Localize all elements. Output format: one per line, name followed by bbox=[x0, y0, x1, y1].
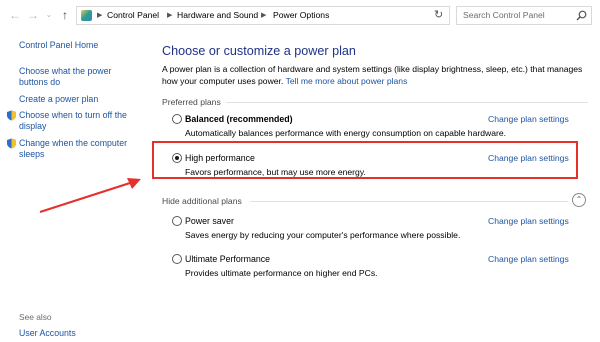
plan-desc-power-saver: Saves energy by reducing your computer's… bbox=[185, 230, 461, 240]
shield-icon bbox=[7, 110, 16, 121]
learn-more-link[interactable]: Tell me more about power plans bbox=[286, 76, 408, 86]
breadcrumb-control-panel[interactable]: Control Panel bbox=[107, 7, 159, 24]
power-saver-radio[interactable] bbox=[172, 216, 182, 226]
chevron-up-icon[interactable]: ⌃ bbox=[572, 193, 586, 207]
divider bbox=[250, 201, 568, 202]
change-plan-settings-balanced[interactable]: Change plan settings bbox=[488, 114, 569, 124]
chevron-right-icon: ▶ bbox=[261, 12, 267, 19]
address-box[interactable]: ▶ Control Panel ▶ Hardware and Sound ▶ P… bbox=[76, 6, 450, 25]
search-placeholder: Search Control Panel bbox=[463, 10, 545, 20]
search-input[interactable]: Search Control Panel bbox=[456, 6, 592, 25]
sidebar-item-turn-off-display[interactable]: Choose when to turn off the display bbox=[19, 110, 141, 132]
balanced-radio[interactable] bbox=[172, 114, 182, 124]
forward-arrow-icon[interactable]: → bbox=[26, 7, 40, 23]
breadcrumb-hardware-and-sound[interactable]: Hardware and Sound bbox=[177, 7, 258, 24]
ultimate-performance-radio[interactable] bbox=[172, 254, 182, 264]
change-plan-settings-power-saver[interactable]: Change plan settings bbox=[488, 216, 569, 226]
address-bar-row: ← → ⌄ ↑ ▶ Control Panel ▶ Hardware and S… bbox=[0, 0, 600, 32]
plan-name-power-saver[interactable]: Power saver bbox=[185, 216, 234, 226]
plan-name-balanced[interactable]: Balanced (recommended) bbox=[185, 114, 293, 124]
preferred-plans-label: Preferred plans bbox=[162, 97, 221, 107]
sidebar: Control Panel Home Choose what the power… bbox=[0, 32, 150, 342]
plan-desc-ultimate-performance: Provides ultimate performance on higher … bbox=[185, 268, 378, 278]
divider bbox=[226, 102, 588, 103]
refresh-icon[interactable]: ↻ bbox=[434, 7, 446, 23]
sidebar-item-power-buttons[interactable]: Choose what the power buttons do bbox=[19, 66, 141, 88]
sidebar-item-user-accounts[interactable]: User Accounts bbox=[19, 328, 76, 338]
page-description: A power plan is a collection of hardware… bbox=[162, 64, 590, 87]
breadcrumb-power-options[interactable]: Power Options bbox=[273, 7, 329, 24]
search-icon bbox=[576, 10, 587, 21]
up-arrow-icon[interactable]: ↑ bbox=[58, 7, 72, 23]
recent-chevron-icon[interactable]: ⌄ bbox=[42, 7, 56, 23]
control-panel-icon bbox=[81, 10, 92, 21]
shield-icon bbox=[7, 138, 16, 149]
highlight-box bbox=[152, 141, 578, 179]
chevron-right-icon: ▶ bbox=[97, 12, 103, 19]
back-arrow-icon[interactable]: ← bbox=[8, 7, 22, 23]
chevron-right-icon: ▶ bbox=[167, 12, 173, 19]
sidebar-item-control-panel-home[interactable]: Control Panel Home bbox=[19, 40, 141, 51]
plan-desc-balanced: Automatically balances performance with … bbox=[185, 128, 507, 138]
sidebar-item-create-power-plan[interactable]: Create a power plan bbox=[19, 94, 141, 105]
see-also-label: See also bbox=[19, 312, 52, 322]
change-plan-settings-ultimate-performance[interactable]: Change plan settings bbox=[488, 254, 569, 264]
hide-additional-plans-label[interactable]: Hide additional plans bbox=[162, 196, 242, 206]
page-title: Choose or customize a power plan bbox=[162, 44, 356, 58]
sidebar-item-computer-sleeps[interactable]: Change when the computer sleeps bbox=[19, 138, 141, 160]
plan-name-ultimate-performance[interactable]: Ultimate Performance bbox=[185, 254, 270, 264]
